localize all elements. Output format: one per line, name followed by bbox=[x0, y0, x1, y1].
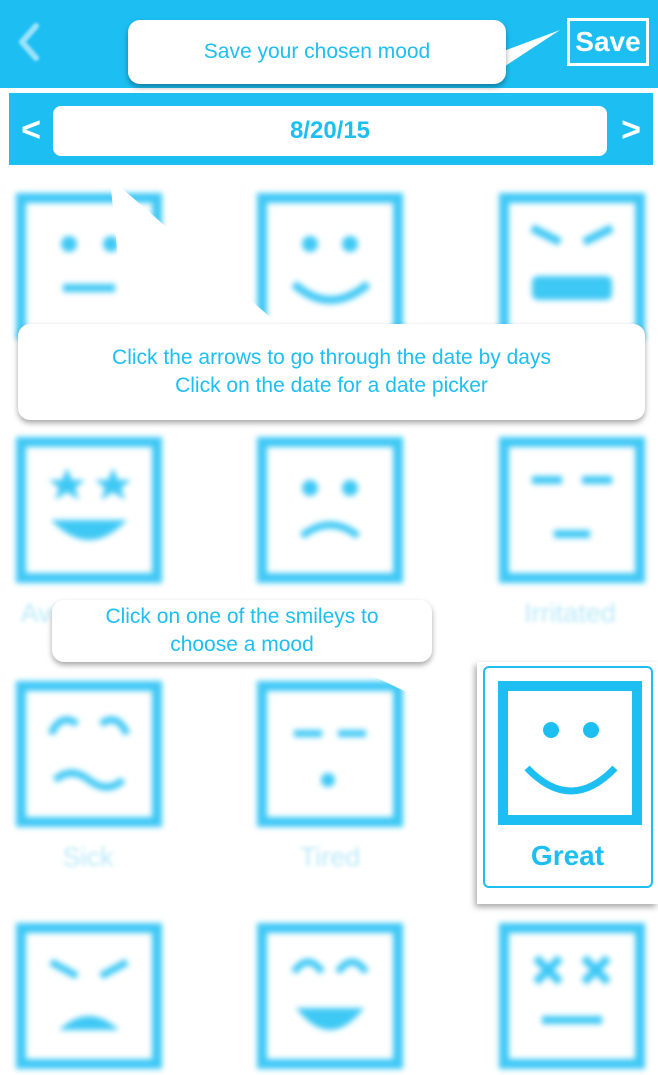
smiley-tooltip-line-1: Click on one of the smileys to bbox=[105, 605, 379, 628]
save-tooltip: Save your chosen mood bbox=[128, 20, 506, 84]
tooltip-pointers bbox=[110, 30, 560, 718]
date-tooltip: Click the arrows to go through the date … bbox=[18, 324, 645, 420]
date-tooltip-line-1: Click the arrows to go through the date … bbox=[112, 346, 551, 369]
save-tooltip-text: Save your chosen mood bbox=[203, 40, 431, 63]
smiley-tooltip-line-2: choose a mood bbox=[170, 633, 314, 656]
smiley-tooltip: Click on one of the smileys to choose a … bbox=[52, 600, 432, 662]
date-tooltip-line-2: Click on the date for a date picker bbox=[175, 374, 488, 397]
